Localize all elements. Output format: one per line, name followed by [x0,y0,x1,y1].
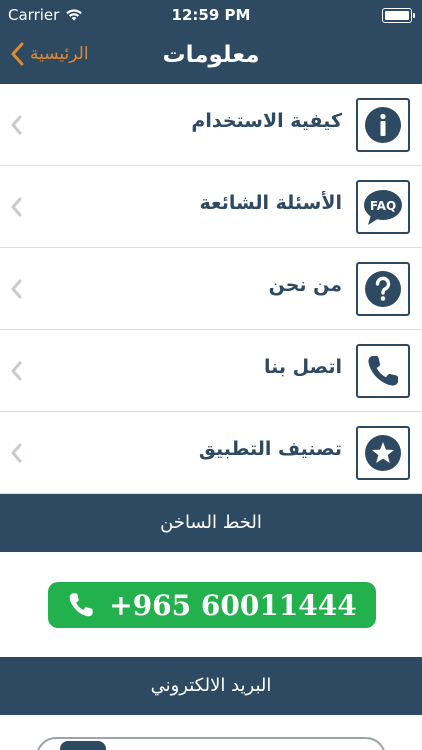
question-icon [356,262,410,316]
page-title: معلومات [162,42,260,68]
menu-item-label: الأسئلة الشائعة [199,192,343,214]
hotline-header: الخط الساخن [0,494,422,552]
menu-item-contact-us[interactable]: اتصل بنا [0,330,422,412]
menu-item-label: من نحن [268,274,342,296]
nav-bar: الرئيسية معلومات [0,32,422,84]
email-button[interactable] [36,737,386,750]
menu-item-faq[interactable]: FAQ الأسئلة الشائعة [0,166,422,248]
chevron-left-icon [11,279,22,299]
menu-item-label: اتصل بنا [264,356,342,378]
hotline-number: +965 60011444 [109,588,357,622]
svg-text:FAQ: FAQ [370,199,396,213]
faq-icon: FAQ [356,180,410,234]
menu-item-label: تصنيف التطبيق [198,438,342,460]
chevron-left-icon [11,115,22,135]
chevron-left-icon [11,361,22,381]
menu-item-about-us[interactable]: من نحن [0,248,422,330]
email-button-icon [60,741,106,750]
menu-item-how-to-use[interactable]: كيفية الاستخدام [0,84,422,166]
chevron-left-icon [11,197,22,217]
info-icon [356,98,410,152]
status-time: 12:59 PM [171,6,251,24]
phone-icon [69,593,93,617]
chevron-left-icon [11,443,22,463]
info-menu-list: كيفية الاستخدام FAQ الأسئلة الشائعة من ن… [0,84,422,494]
hotline-section: +965 60011444 [0,552,422,657]
status-bar: Carrier 12:59 PM [0,0,422,32]
email-header: البريد الالكتروني [0,657,422,715]
phone-icon [356,344,410,398]
battery-icon [382,8,415,23]
call-hotline-button[interactable]: +965 60011444 [48,582,376,628]
menu-item-label: كيفية الاستخدام [191,110,342,132]
email-section [0,715,422,750]
star-icon [356,426,410,480]
menu-item-rate-app[interactable]: تصنيف التطبيق [0,412,422,494]
